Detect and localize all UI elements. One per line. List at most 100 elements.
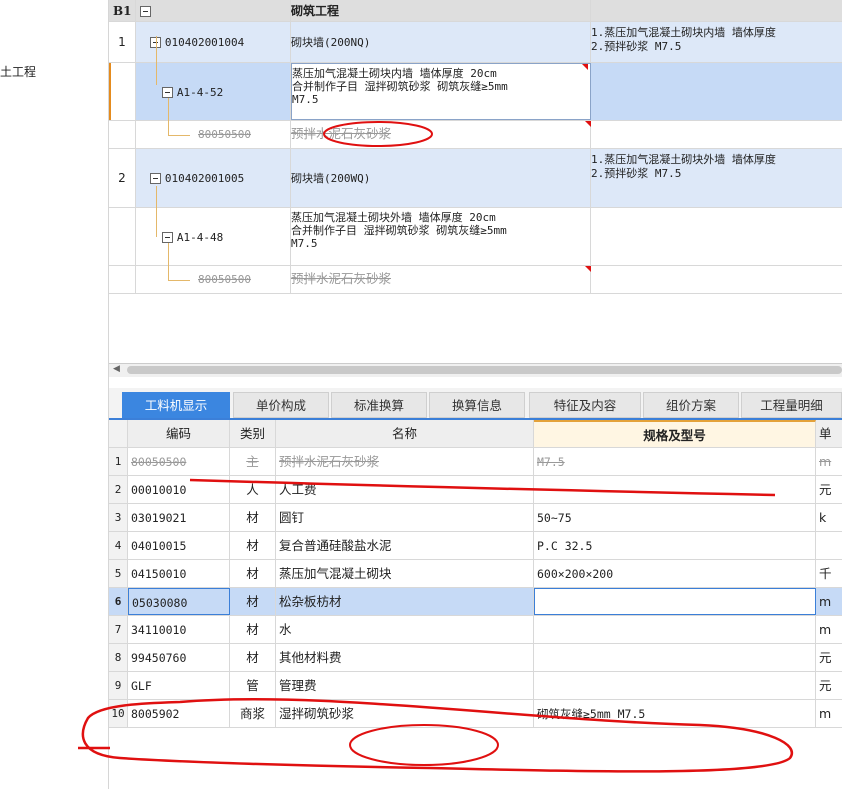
resource-type[interactable]: 材 [230,532,276,559]
resource-unit[interactable]: m [816,448,842,475]
resource-unit[interactable]: 元 [816,476,842,503]
col-header-type[interactable]: 类别 [230,420,276,447]
resource-unit[interactable]: 元 [816,644,842,671]
resource-spec[interactable]: 砌筑灰缝≥5mm M7.5 [534,700,816,727]
sidebar-item-label[interactable]: 土工程 [0,63,36,80]
resource-spec[interactable] [534,672,816,699]
row-number: 1 [109,448,128,475]
resource-name[interactable]: 水 [276,616,534,643]
scrollbar-thumb[interactable] [127,366,842,374]
table-row-selected[interactable]: 6 05030080 材松杂板枋材 m [109,588,842,616]
resource-spec[interactable]: 50~75 [534,504,816,531]
table-row[interactable]: 5 04150010 材蒸压加气混凝土砌块 600×200×200 千 [109,560,842,588]
col-header-spec[interactable]: 规格及型号 [534,420,816,447]
resource-unit[interactable]: m [816,616,842,643]
row-number: 6 [109,588,128,615]
tree-connector [156,186,157,237]
material-code: 80050500 [198,273,251,286]
resource-code[interactable]: 34110010 [128,616,230,643]
table-row[interactable]: 9 GLF 管管理费 元 [109,672,842,700]
resource-name[interactable]: 圆钉 [276,504,534,531]
resource-unit[interactable]: m [816,700,842,727]
resource-name[interactable]: 其他材料费 [276,644,534,671]
table-row[interactable]: 7 34110010 材水 m [109,616,842,644]
resource-spec[interactable]: M7.5 [534,448,816,475]
resource-spec[interactable] [534,616,816,643]
resource-type[interactable]: 人 [230,476,276,503]
tab-labor-material-machine[interactable]: 工料机显示 [122,392,230,418]
collapse-toggle-icon[interactable] [162,87,173,98]
resource-type[interactable]: 材 [230,588,276,615]
col-header-code[interactable]: 编码 [128,420,230,447]
resource-name[interactable]: 湿拌砌筑砂浆 [276,700,534,727]
table-row[interactable]: 3 03019021 材圆钉 50~75 k [109,504,842,532]
resource-spec[interactable] [534,588,816,615]
item-name: 砌块墙(200WQ) [291,149,591,207]
resource-name[interactable]: 蒸压加气混凝土砌块 [276,560,534,587]
resource-code[interactable]: 00010010 [128,476,230,503]
table-row[interactable]: A1-4-48 蒸压加气混凝土砌块外墙 墙体厚度 20cm 合并制作子目 湿拌砌… [109,208,842,266]
tab-unit-price[interactable]: 单价构成 [233,392,329,418]
resource-code[interactable]: GLF [128,672,230,699]
table-row[interactable]: 80050500 预拌水泥石灰砂浆 [109,266,842,294]
collapse-toggle-icon[interactable] [150,173,161,184]
resource-code[interactable]: 80050500 [128,448,230,475]
section-header-row[interactable]: B1 砌筑工程 [109,0,842,22]
tab-quantity-detail[interactable]: 工程量明细 [741,392,842,418]
table-row[interactable]: 80050500 预拌水泥石灰砂浆 [109,121,842,149]
resource-type[interactable]: 材 [230,560,276,587]
resource-name[interactable]: 复合普通硅酸盐水泥 [276,532,534,559]
row-number: 3 [109,504,128,531]
collapse-toggle-icon[interactable] [162,232,173,243]
resource-code[interactable]: 04010015 [128,532,230,559]
resource-type[interactable]: 材 [230,616,276,643]
collapse-toggle-icon[interactable] [140,6,151,17]
feature-line: 1.蒸压加气混凝土砌块外墙 墙体厚度 [591,153,776,166]
table-row[interactable]: 8 99450760 材其他材料费 元 [109,644,842,672]
resource-code[interactable]: 04150010 [128,560,230,587]
resource-code[interactable]: 8005902 [128,700,230,727]
table-row-selected[interactable]: A1-4-52 蒸压加气混凝土砌块内墙 墙体厚度 20cm 合并制作子目 湿拌砌… [109,63,842,121]
resource-code[interactable]: 05030080 [128,588,230,615]
tab-features[interactable]: 特征及内容 [529,392,641,418]
resource-type[interactable]: 材 [230,504,276,531]
resource-name[interactable]: 松杂板枋材 [276,588,534,615]
table-row[interactable]: 2 010402001005 砌块墙(200WQ) 1.蒸压加气混凝土砌块外墙 … [109,149,842,208]
comment-marker-icon [585,121,591,127]
resource-code[interactable]: 99450760 [128,644,230,671]
table-row[interactable]: 2 00010010 人人工费 元 [109,476,842,504]
resource-type[interactable]: 商浆 [230,700,276,727]
tab-conversion-info[interactable]: 换算信息 [429,392,525,418]
resource-name[interactable]: 管理费 [276,672,534,699]
table-row[interactable]: 4 04010015 材复合普通硅酸盐水泥 P.C 32.5 [109,532,842,560]
col-header-unit[interactable]: 单 [816,420,842,447]
resource-code[interactable]: 03019021 [128,504,230,531]
resource-spec[interactable] [534,476,816,503]
resource-type[interactable]: 管 [230,672,276,699]
resource-spec[interactable]: P.C 32.5 [534,532,816,559]
row-number: 2 [109,149,136,207]
quota-code: A1-4-48 [176,231,224,244]
quota-name-cell[interactable]: 蒸压加气混凝土砌块外墙 墙体厚度 20cm 合并制作子目 湿拌砌筑砂浆 砌筑灰缝… [291,208,591,265]
quota-name-cell[interactable]: 蒸压加气混凝土砌块内墙 墙体厚度 20cm 合并制作子目 湿拌砌筑砂浆 砌筑灰缝… [291,63,591,120]
tab-pricing-plan[interactable]: 组价方案 [643,392,739,418]
resource-spec[interactable] [534,644,816,671]
resource-unit[interactable]: 元 [816,672,842,699]
table-row[interactable]: 10 8005902 商浆 湿拌砌筑砂浆 砌筑灰缝≥5mm M7.5 m [109,700,842,728]
resource-name[interactable]: 人工费 [276,476,534,503]
col-header-name[interactable]: 名称 [276,420,534,447]
resource-unit[interactable] [816,532,842,559]
table-row[interactable]: 1 010402001004 砌块墙(200NQ) 1.蒸压加气混凝土砌块内墙 … [109,22,842,63]
section-name: 砌筑工程 [291,0,591,21]
resource-unit[interactable]: 千 [816,560,842,587]
tree-connector [168,98,169,135]
resource-unit[interactable]: m [816,588,842,615]
table-row[interactable]: 1 80050500 主预拌水泥石灰砂浆 M7.5 m [109,448,842,476]
tab-standard-conversion[interactable]: 标准换算 [331,392,427,418]
resource-name[interactable]: 预拌水泥石灰砂浆 [276,448,534,475]
resource-unit[interactable]: k [816,504,842,531]
resource-spec[interactable]: 600×200×200 [534,560,816,587]
scroll-left-arrow-icon[interactable]: ◀ [113,364,120,374]
resource-type[interactable]: 主 [230,448,276,475]
resource-type[interactable]: 材 [230,644,276,671]
